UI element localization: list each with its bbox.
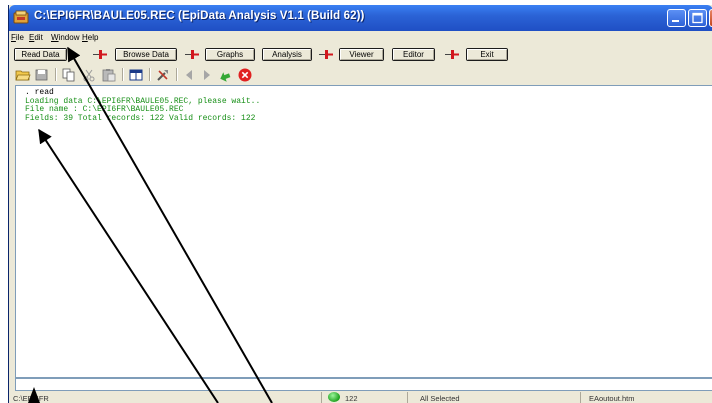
status-divider [407, 392, 408, 403]
icon-toolbar [9, 65, 712, 85]
analysis-button[interactable]: Analysis [262, 48, 312, 61]
main-toolbar: Read Data Browse Data Graphs Analysis Vi… [9, 45, 712, 65]
cut-icon[interactable] [81, 67, 97, 83]
stop-icon[interactable] [237, 67, 253, 83]
red-pin-icon [93, 50, 107, 59]
menu-help[interactable]: Help [82, 33, 98, 42]
forward-arrow-icon[interactable] [199, 67, 215, 83]
minimize-button[interactable] [667, 9, 686, 27]
menu-window-label: indow [58, 33, 80, 42]
green-arrow-icon[interactable] [217, 67, 233, 83]
green-status-led-icon [328, 392, 340, 402]
menu-window[interactable]: Window [51, 33, 79, 42]
status-divider [321, 392, 322, 403]
status-records: 122 [345, 394, 358, 403]
save-disk-icon[interactable] [34, 67, 50, 83]
output-window[interactable]: . read Loading data C:\EPI6FR\BAULE05.RE… [15, 85, 712, 378]
toolbar-separator [149, 68, 151, 81]
menu-edit[interactable]: Edit [29, 33, 43, 42]
tools-icon[interactable] [155, 67, 171, 83]
status-output-file: EAoutout.htm [589, 394, 635, 403]
editor-button[interactable]: Editor [392, 48, 435, 61]
command-input[interactable] [15, 378, 712, 391]
window-title: C:\EPI6FR\BAULE05.REC (EpiData Analysis … [34, 10, 365, 22]
minimize-icon [672, 20, 679, 22]
red-pin-icon [445, 50, 459, 59]
window-icon[interactable] [128, 67, 144, 83]
copy-icon[interactable] [61, 67, 77, 83]
menu-bar: File Edit Window Help [9, 31, 712, 45]
open-folder-icon[interactable] [15, 67, 31, 83]
exit-button[interactable]: Exit [466, 48, 508, 61]
toolbar-separator [55, 68, 57, 81]
menu-file-label: ile [15, 33, 24, 42]
status-bar: C:\EPI6FR 122 All Selected EAoutout.htm [9, 392, 712, 403]
read-data-button[interactable]: Read Data [14, 48, 67, 61]
maximize-icon [692, 12, 703, 24]
menu-file[interactable]: File [11, 33, 24, 42]
output-line: Fields: 39 Total records: 122 Valid reco… [25, 113, 256, 123]
status-folder: C:\EPI6FR [13, 394, 49, 403]
red-pin-icon [319, 50, 333, 59]
menu-edit-label: dit [34, 33, 43, 42]
browse-data-button[interactable]: Browse Data [115, 48, 177, 61]
graphs-button[interactable]: Graphs [205, 48, 255, 61]
viewer-button[interactable]: Viewer [339, 48, 384, 61]
paste-icon[interactable] [101, 67, 117, 83]
status-selection: All Selected [420, 394, 460, 403]
menu-window-hotkey: W [51, 33, 59, 42]
toolbar-separator [122, 68, 124, 81]
back-arrow-icon[interactable] [181, 67, 197, 83]
toolbar-separator [176, 68, 178, 81]
maximize-button[interactable] [688, 9, 707, 27]
epidata-app-icon[interactable] [13, 10, 29, 25]
menu-help-label: elp [87, 33, 99, 42]
app-window: C:\EPI6FR\BAULE05.REC (EpiData Analysis … [8, 5, 712, 403]
status-divider [580, 392, 581, 403]
title-bar[interactable]: C:\EPI6FR\BAULE05.REC (EpiData Analysis … [9, 5, 712, 31]
red-pin-icon [185, 50, 199, 59]
